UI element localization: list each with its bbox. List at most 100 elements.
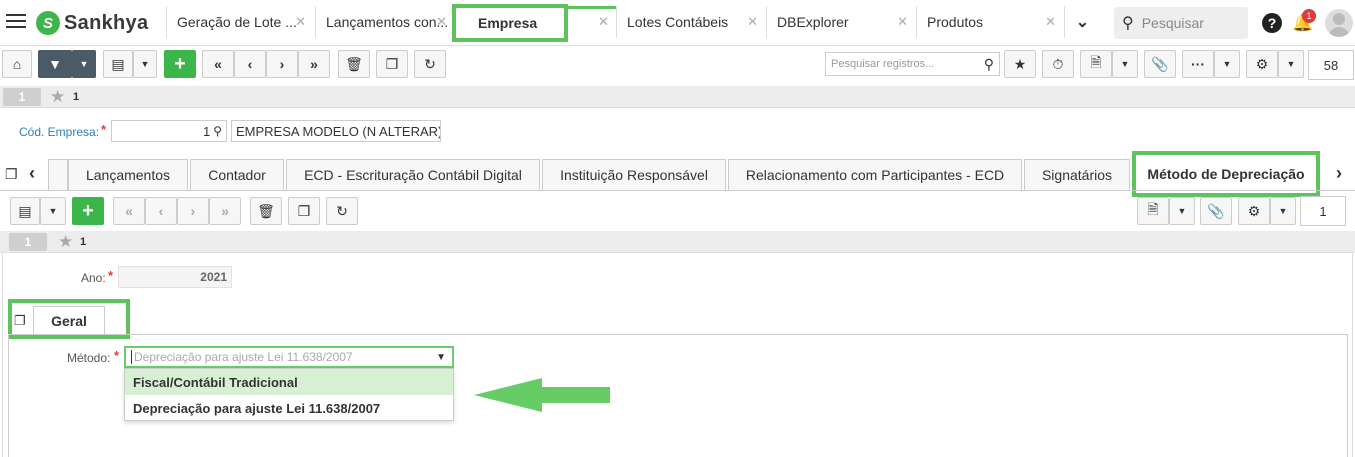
prev-record-button[interactable]: ‹ <box>234 50 266 78</box>
add-button[interactable]: + <box>72 197 104 225</box>
year-input[interactable]: 2021 <box>118 266 232 288</box>
record-bar <box>0 86 1355 108</box>
section-tab-geral[interactable]: Geral <box>33 306 105 334</box>
required-marker: * <box>114 348 120 363</box>
search-icon[interactable]: ⚲ <box>213 124 222 138</box>
attachment-icon[interactable]: 📎 <box>1200 197 1232 225</box>
prev-record-button[interactable]: ‹ <box>145 197 177 225</box>
delete-button[interactable]: 🗑 <box>338 50 370 78</box>
close-icon[interactable]: ✕ <box>436 14 447 30</box>
menu-icon[interactable] <box>6 14 26 30</box>
gear-icon[interactable]: ⚙ <box>1246 50 1278 78</box>
star-icon[interactable]: ★ <box>50 87 65 107</box>
tab-ecd[interactable]: ECD - Escrituração Contábil Digital <box>286 159 540 190</box>
tab-label: Relacionamento com Participantes - ECD <box>745 167 1005 183</box>
record-count: 58 <box>1308 50 1354 80</box>
method-select[interactable]: Depreciação para ajuste Lei 11.638/2007 … <box>124 346 454 368</box>
top-tab-geracao-lote[interactable]: Geração de Lote ... ✕ <box>166 6 314 38</box>
avatar[interactable] <box>1325 9 1353 37</box>
timer-icon[interactable]: ⏱ <box>1042 50 1074 78</box>
first-record-button[interactable]: « <box>113 197 145 225</box>
add-button[interactable]: + <box>164 50 196 78</box>
company-code-label: Cód. Empresa: <box>19 125 100 139</box>
record-count: 1 <box>1300 196 1346 226</box>
export-icon[interactable]: 🗎 <box>1080 50 1112 78</box>
tab-instituicao-responsavel[interactable]: Instituição Responsável <box>542 159 726 190</box>
last-record-button[interactable]: » <box>298 50 330 78</box>
top-tab-label: Geração de Lote ... <box>177 14 297 30</box>
grid-view-dropdown-button[interactable]: ▼ <box>133 50 157 78</box>
fav-count: 1 <box>73 91 80 103</box>
record-index[interactable]: 1 <box>9 233 47 251</box>
last-record-button[interactable]: » <box>209 197 241 225</box>
tab-contador[interactable]: Contador <box>190 159 284 190</box>
top-tab-label: Lançamentos con... <box>326 14 449 30</box>
delete-button[interactable]: 🗑 <box>250 197 282 225</box>
method-option-depreciacao-lei[interactable]: Depreciação para ajuste Lei 11.638/2007 <box>125 395 453 421</box>
export-dropdown-button[interactable]: ▼ <box>1169 197 1195 225</box>
export-icon[interactable]: 🗎 <box>1137 197 1169 225</box>
home-button[interactable]: ⌂ <box>2 50 32 78</box>
close-icon[interactable]: ✕ <box>295 14 306 30</box>
top-tab-empresa[interactable]: Empresa <box>452 4 568 42</box>
next-record-button[interactable]: › <box>177 197 209 225</box>
chevron-right-icon[interactable]: › <box>1336 163 1342 184</box>
grid-view-button[interactable]: ▤ <box>103 50 133 78</box>
top-tab-lancamentos[interactable]: Lançamentos con... ✕ <box>315 6 455 38</box>
tab-label: Lançamentos <box>85 167 171 183</box>
search-icon: ⚲ <box>1122 15 1134 32</box>
top-search[interactable]: ⚲ Pesquisar <box>1114 7 1248 39</box>
top-tab-label: Produtos <box>927 14 984 30</box>
top-tab-dbexplorer[interactable]: DBExplorer ✕ <box>766 6 916 38</box>
tab-signatarios[interactable]: Signatários <box>1024 159 1130 190</box>
company-code-input[interactable]: 1 ⚲ <box>111 120 227 142</box>
star-icon[interactable]: ★ <box>58 232 73 252</box>
top-tab-label: DBExplorer <box>777 14 849 30</box>
filter-button[interactable]: ▼ <box>38 50 72 78</box>
export-dropdown-button[interactable]: ▼ <box>1112 50 1138 78</box>
top-tab-lotes-contabeis[interactable]: Lotes Contábeis ✕ <box>616 6 766 38</box>
more-icon[interactable]: ··· <box>1182 50 1214 78</box>
help-icon[interactable]: ? <box>1262 13 1282 33</box>
close-icon[interactable]: ✕ <box>897 14 908 30</box>
refresh-button[interactable]: ↻ <box>326 197 358 225</box>
star-icon[interactable]: ★ <box>1004 50 1036 78</box>
refresh-button[interactable]: ↻ <box>414 50 446 78</box>
chevron-left-icon[interactable]: ‹ <box>29 163 35 184</box>
first-record-button[interactable]: « <box>202 50 234 78</box>
top-tab-label: Empresa <box>478 15 538 31</box>
gear-icon[interactable]: ⚙ <box>1238 197 1270 225</box>
attachment-icon[interactable]: 📎 <box>1144 50 1176 78</box>
copy-button[interactable]: ❐ <box>376 50 408 78</box>
more-dropdown-button[interactable]: ▼ <box>1214 50 1240 78</box>
next-record-button[interactable]: › <box>266 50 298 78</box>
gear-dropdown-button[interactable]: ▼ <box>1278 50 1304 78</box>
sankhya-logo-icon: S <box>36 11 60 35</box>
tab-lancamentos[interactable]: Lançamentos <box>68 159 188 190</box>
grid-view-button[interactable]: ▤ <box>10 197 40 225</box>
brand-logo[interactable]: S Sankhya <box>36 10 148 36</box>
record-index[interactable]: 1 <box>3 88 41 106</box>
close-icon[interactable]: ✕ <box>1045 14 1056 30</box>
method-option-fiscal[interactable]: Fiscal/Contábil Tradicional <box>125 369 453 395</box>
tab-relacionamento-participantes[interactable]: Relacionamento com Participantes - ECD <box>728 159 1022 190</box>
close-icon[interactable]: ✕ <box>598 14 609 30</box>
copy-tab-icon[interactable]: ❐ <box>5 166 18 183</box>
close-icon[interactable]: ✕ <box>747 14 758 30</box>
method-dropdown: Fiscal/Contábil Tradicional Depreciação … <box>124 368 454 421</box>
filter-dropdown-button[interactable]: ▼ <box>72 50 96 78</box>
method-select-value: Depreciação para ajuste Lei 11.638/2007 <box>131 350 353 364</box>
section-tab-label: Geral <box>51 312 87 329</box>
company-name-value: EMPRESA MODELO (N ALTERAR) <box>236 123 441 139</box>
copy-button[interactable]: ❐ <box>288 197 320 225</box>
copy-tab-icon[interactable]: ❐ <box>14 313 26 329</box>
company-name-input[interactable]: EMPRESA MODELO (N ALTERAR) <box>231 120 441 142</box>
chevron-down-icon[interactable]: ▼ <box>436 352 452 363</box>
company-code-value: 1 <box>202 123 211 139</box>
record-search-input[interactable]: Pesquisar registros... ⚲ <box>825 52 1000 76</box>
top-tab-produtos[interactable]: Produtos ✕ <box>916 6 1064 38</box>
chevron-down-icon[interactable]: ⌄ <box>1064 6 1100 38</box>
gear-dropdown-button[interactable]: ▼ <box>1270 197 1296 225</box>
grid-view-dropdown-button[interactable]: ▼ <box>40 197 66 225</box>
top-search-placeholder: Pesquisar <box>1141 15 1204 31</box>
